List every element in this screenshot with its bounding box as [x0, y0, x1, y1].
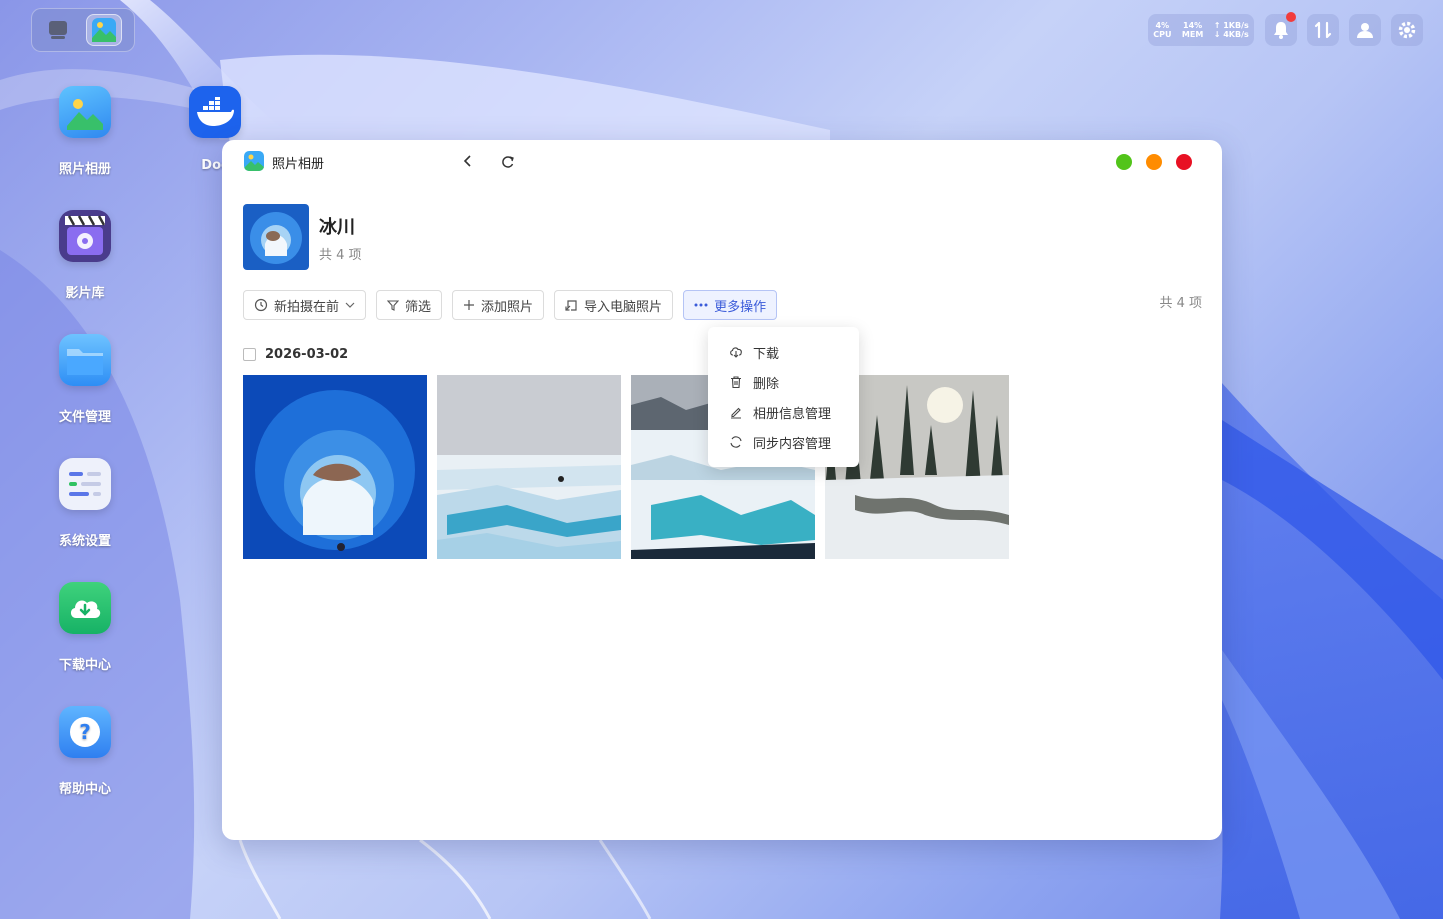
system-monitor[interactable]: 4% CPU 14% MEM ↑ 1KB/s ↓ 4KB/s	[1148, 14, 1254, 46]
cpu-usage: 4% CPU	[1153, 21, 1171, 39]
help-icon: ?	[59, 706, 111, 758]
desktop-icon-movie-library[interactable]: 影片库	[35, 210, 135, 301]
plus-icon	[464, 300, 475, 310]
cloud-download-icon	[59, 582, 111, 634]
more-actions-label: 更多操作	[714, 299, 767, 315]
mem-value: 14%	[1183, 21, 1203, 30]
refresh-icon	[502, 156, 514, 168]
desktop-icon-file-manager[interactable]: 文件管理	[35, 334, 135, 425]
menu-item-album-info[interactable]: 相册信息管理	[708, 397, 859, 427]
docker-icon	[189, 86, 241, 138]
photo-grid	[243, 375, 1009, 559]
import-label: 导入电脑照片	[584, 299, 663, 315]
close-button[interactable]	[1176, 154, 1192, 170]
chevron-left-icon	[463, 155, 471, 167]
desktop-icon-download-center[interactable]: 下载中心	[35, 582, 135, 673]
add-photo-button[interactable]: 添加照片	[452, 290, 545, 320]
maximize-button[interactable]	[1116, 154, 1132, 170]
transfer-button[interactable]	[1307, 14, 1339, 46]
photo-album-icon	[92, 18, 116, 42]
mem-usage: 14% MEM	[1182, 21, 1203, 39]
trash-icon	[731, 376, 741, 389]
mem-label: MEM	[1181, 30, 1204, 39]
ellipsis-icon	[694, 303, 708, 307]
back-button[interactable]	[460, 151, 476, 171]
photo-thumbnail[interactable]	[243, 375, 427, 559]
net-up: ↑ 1KB/s	[1213, 21, 1249, 30]
desktop-icon-label: 下载中心	[58, 658, 111, 673]
chevron-down-icon	[345, 302, 355, 308]
menu-item-delete[interactable]: 删除	[708, 367, 859, 397]
svg-text:?: ?	[79, 720, 91, 744]
album-count: 共 4 项	[319, 248, 362, 263]
date-group-header: 2026-03-02	[243, 347, 348, 362]
total-count: 共 4 项	[1159, 296, 1202, 311]
user-icon	[1357, 23, 1373, 38]
menu-item-label: 相册信息管理	[753, 406, 832, 422]
filter-button[interactable]: 筛选	[376, 290, 443, 320]
filter-label: 筛选	[405, 299, 432, 315]
import-icon	[565, 299, 577, 311]
desktop-icon-label: 系统设置	[58, 534, 111, 549]
notification-dot	[1286, 12, 1296, 22]
album-name: 冰川	[319, 217, 355, 238]
add-photo-label: 添加照片	[481, 299, 534, 315]
desktop-icon-help-center[interactable]: ? 帮助中心	[35, 706, 135, 797]
net-down: ↓ 4KB/s	[1213, 30, 1249, 39]
window-title: 照片相册	[272, 157, 325, 172]
menu-item-label: 删除	[753, 376, 780, 392]
cpu-label: CPU	[1153, 30, 1172, 39]
photo-album-window: 照片相册 冰川 共 4 项 新拍摄在前 筛选 添加照片 导入电脑照片 更多操作 …	[222, 140, 1222, 840]
desktop-icon-label: 文件管理	[58, 410, 111, 425]
network-speed: ↑ 1KB/s ↓ 4KB/s	[1214, 21, 1249, 39]
refresh-button[interactable]	[498, 152, 518, 172]
photo-album-icon	[59, 86, 111, 138]
desktop-icon-system-settings[interactable]: 系统设置	[35, 458, 135, 549]
desktop-icon-photo-album[interactable]: 照片相册	[35, 86, 135, 177]
settings-sliders-icon	[59, 458, 111, 510]
more-actions-menu: 下载 删除 相册信息管理 同步内容管理	[708, 327, 859, 467]
titlebar[interactable]: 照片相册	[222, 140, 1222, 184]
bell-icon	[1274, 22, 1288, 39]
import-pc-photos-button[interactable]: 导入电脑照片	[554, 290, 674, 320]
clock-icon	[254, 298, 268, 312]
photo-app-taskbar-button[interactable]	[86, 14, 122, 46]
edit-icon	[731, 407, 741, 419]
desktop-view-button[interactable]	[40, 14, 76, 46]
folder-icon	[59, 334, 111, 386]
album-cover	[243, 204, 309, 270]
desktop-icon-label: 照片相册	[58, 162, 111, 177]
toolbar: 新拍摄在前 筛选 添加照片 导入电脑照片 更多操作	[243, 290, 778, 320]
settings-button[interactable]	[1391, 14, 1423, 46]
notification-button[interactable]	[1265, 12, 1297, 46]
menu-item-label: 同步内容管理	[753, 436, 832, 452]
menu-item-download[interactable]: 下载	[708, 337, 859, 367]
menu-item-sync[interactable]: 同步内容管理	[708, 427, 859, 457]
sort-dropdown[interactable]: 新拍摄在前	[243, 290, 367, 320]
cloud-download-icon	[730, 347, 742, 358]
cpu-value: 4%	[1155, 21, 1170, 30]
transfer-icon	[1314, 21, 1332, 39]
photo-thumbnail[interactable]	[437, 375, 621, 559]
filter-icon	[387, 300, 400, 311]
date-label: 2026-03-02	[265, 347, 349, 362]
minimize-button[interactable]	[1146, 154, 1162, 170]
photo-album-icon	[244, 151, 264, 171]
gear-icon	[1398, 21, 1416, 39]
desktop-icon	[49, 21, 67, 39]
more-actions-button[interactable]: 更多操作	[683, 290, 778, 320]
sync-icon	[730, 436, 742, 448]
menu-item-label: 下载	[753, 346, 780, 362]
select-date-checkbox[interactable]	[243, 348, 256, 361]
movie-library-icon	[59, 210, 111, 262]
sort-label: 新拍摄在前	[274, 299, 340, 315]
desktop-icon-label: 帮助中心	[58, 782, 111, 797]
desktop-switcher	[31, 8, 135, 52]
desktop-icon-label: 影片库	[65, 286, 105, 301]
user-button[interactable]	[1349, 14, 1381, 46]
